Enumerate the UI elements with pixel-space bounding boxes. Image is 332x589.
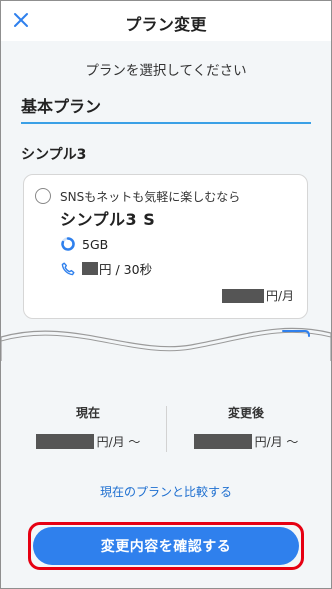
phone-icon [61, 262, 75, 275]
after-price: 円/月 〜 [171, 433, 321, 450]
instruction-text: プランを選択してください [85, 63, 247, 79]
current-price: 円/月 〜 [13, 433, 163, 450]
compare-plans-link[interactable]: 現在のプランと比較する [1, 483, 331, 500]
app-screen: プラン変更 プランを選択してください 基本プラン シンプル3 SNSもネットも気… [0, 0, 332, 589]
redacted-call-rate [82, 262, 98, 275]
comparison-divider [166, 406, 167, 452]
plan-group-title: シンプル3 [21, 147, 87, 163]
plan-option-card[interactable]: SNSもネットも気軽に楽しむなら シンプル3 S 5GB 円 / 30秒 円/月 [23, 174, 308, 319]
after-price-suffix: 円/月 〜 [254, 435, 299, 449]
plan-radio-button[interactable] [35, 188, 51, 204]
price-unit: 円/月 [265, 289, 294, 303]
redacted-after-price [193, 434, 252, 449]
plan-price: 円/月 [221, 287, 294, 304]
current-price-suffix: 円/月 〜 [96, 435, 141, 449]
top-bar: プラン変更 [1, 1, 331, 41]
section-title: 基本プラン [21, 97, 102, 116]
page-title: プラン変更 [125, 15, 207, 34]
new-plan-column: 変更後 円/月 〜 [171, 404, 321, 450]
redacted-current-price [35, 434, 94, 449]
data-amount-row: 5GB [60, 236, 108, 252]
call-rate-row: 円 / 30秒 [60, 259, 152, 278]
confirm-changes-button[interactable]: 変更内容を確認する [33, 527, 299, 565]
confirm-button-highlight: 変更内容を確認する [28, 522, 304, 570]
plan-description: SNSもネットも気軽に楽しむなら [60, 190, 241, 204]
current-plan-column: 現在 円/月 〜 [13, 404, 163, 450]
redacted-price [221, 288, 264, 303]
section-underline [21, 122, 311, 124]
data-ring-icon [61, 237, 75, 251]
current-label: 現在 [75, 406, 100, 420]
data-amount: 5GB [82, 236, 109, 252]
after-label: 変更後 [227, 406, 264, 420]
plan-name: シンプル3 S [60, 210, 156, 229]
call-rate-suffix: 円 / 30秒 [99, 262, 153, 277]
